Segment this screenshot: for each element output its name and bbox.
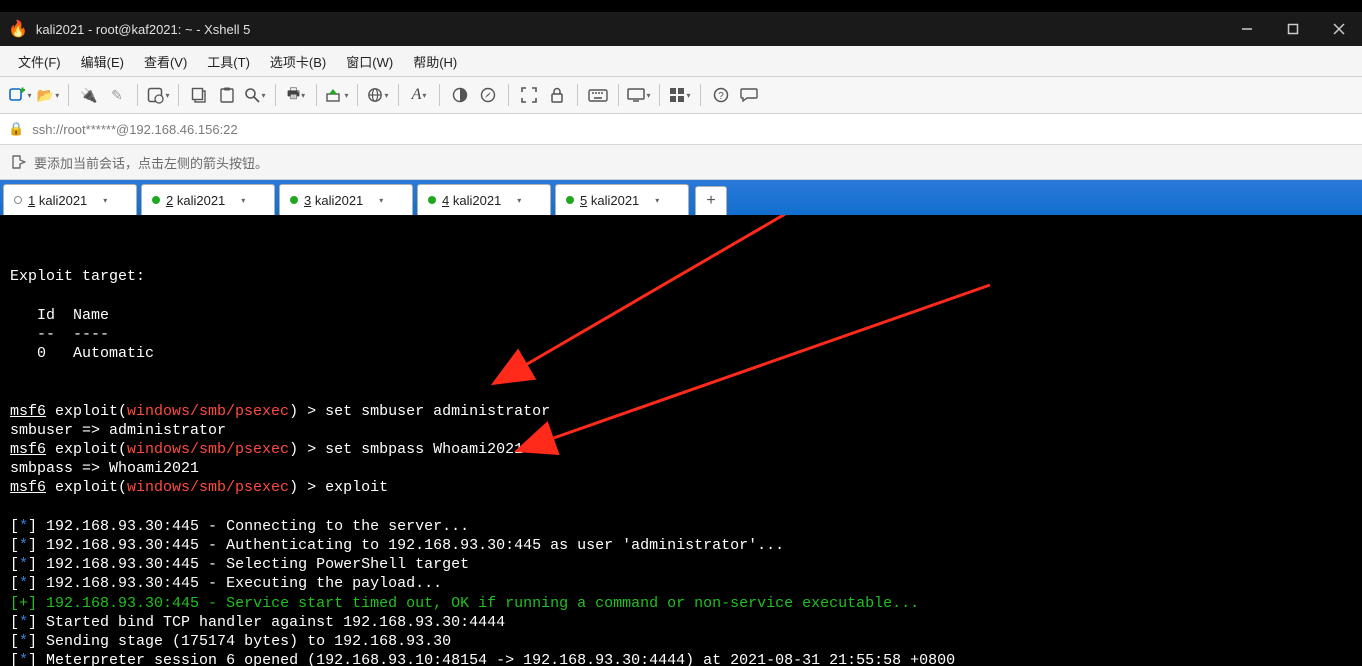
terminal-line: [*] Sending stage (175174 bytes) to 192.…	[10, 633, 451, 650]
menu-tools[interactable]: 工具(T)	[197, 46, 260, 76]
tab-label: kali2021	[315, 193, 363, 208]
title-bar: 🔥 kali2021 - root@kaf2021: ~ - Xshell 5	[0, 12, 1362, 46]
terminal-line: Id Name	[10, 307, 109, 324]
status-dot-icon	[566, 196, 574, 204]
window-title: kali2021 - root@kaf2021: ~ - Xshell 5	[36, 22, 250, 37]
status-dot-icon	[14, 196, 22, 204]
terminal-line: smbuser => administrator	[10, 422, 226, 439]
tab-accelerator: 1	[28, 193, 35, 208]
tab-dropdown-icon[interactable]: ▾	[517, 196, 521, 205]
find-button[interactable]: ▾	[243, 83, 267, 107]
address-bar: 🔒 ssh://root******@192.168.46.156:22	[0, 114, 1362, 145]
terminal-line: [*] 192.168.93.30:445 - Connecting to th…	[10, 518, 469, 535]
terminal-line: 0 Automatic	[10, 345, 154, 362]
session-tab-4[interactable]: 4 kali2021 ▾	[417, 184, 551, 215]
terminal-line: [*] 192.168.93.30:445 - Selecting PowerS…	[10, 556, 469, 573]
terminal-line: msf6 exploit(windows/smb/psexec) > set s…	[10, 403, 550, 420]
copy-button[interactable]	[187, 83, 211, 107]
session-tab-2[interactable]: 2 kali2021 ▾	[141, 184, 275, 215]
menu-file[interactable]: 文件(F)	[8, 46, 71, 76]
hint-text: 要添加当前会话，点击左侧的箭头按钮。	[34, 153, 268, 172]
new-session-button[interactable]: ▾	[8, 83, 32, 107]
globe-button[interactable]: ▾	[366, 83, 390, 107]
status-dot-icon	[428, 196, 436, 204]
terminal-pane[interactable]: Exploit target: Id Name -- ---- 0 Automa…	[0, 215, 1362, 666]
session-tab-1[interactable]: 1 kali2021 ▾	[3, 184, 137, 215]
help-button[interactable]: ?	[709, 83, 733, 107]
session-tab-3[interactable]: 3 kali2021 ▾	[279, 184, 413, 215]
minimize-button[interactable]	[1224, 13, 1270, 45]
terminal-line: -- ----	[10, 326, 109, 343]
font-button[interactable]: A▾	[407, 83, 431, 107]
hint-bar: 要添加当前会话，点击左侧的箭头按钮。	[0, 145, 1362, 180]
properties-button[interactable]: ▾	[146, 83, 170, 107]
tab-dropdown-icon[interactable]: ▾	[103, 196, 107, 205]
terminal-line: smbpass => Whoami2021	[10, 460, 199, 477]
tab-label: kali2021	[39, 193, 87, 208]
terminal-line: [*] Started bind TCP handler against 192…	[10, 614, 505, 631]
status-dot-icon	[290, 196, 298, 204]
lock-button[interactable]	[545, 83, 569, 107]
terminal-line: [*] Meterpreter session 6 opened (192.16…	[10, 652, 955, 666]
reconnect-button[interactable]: 🔌	[77, 83, 101, 107]
terminal-line: [*] 192.168.93.30:445 - Executing the pa…	[10, 575, 442, 592]
layout-button[interactable]: ▾	[668, 83, 692, 107]
toolbar: ▾ 📂▾ 🔌 ✎ ▾ ▾ 🖶▾ ▾ ▾ A▾	[0, 77, 1362, 114]
fullscreen-button[interactable]	[517, 83, 541, 107]
menu-window[interactable]: 窗口(W)	[336, 46, 403, 76]
tab-label: kali2021	[453, 193, 501, 208]
svg-text:?: ?	[718, 91, 724, 102]
terminal-line: [*] 192.168.93.30:445 - Authenticating t…	[10, 537, 784, 554]
tab-dropdown-icon[interactable]: ▾	[241, 196, 245, 205]
close-button[interactable]	[1316, 13, 1362, 45]
open-folder-button[interactable]: 📂▾	[36, 83, 60, 107]
terminal-line: msf6 exploit(windows/smb/psexec) > explo…	[10, 479, 388, 496]
background-top-strip	[0, 0, 1362, 12]
new-tab-button[interactable]: +	[695, 186, 727, 215]
menu-view[interactable]: 查看(V)	[134, 46, 197, 76]
add-session-arrow-icon[interactable]	[10, 154, 26, 170]
tab-accelerator: 2	[166, 193, 173, 208]
chat-button[interactable]	[737, 83, 761, 107]
app-icon: 🔥	[8, 19, 28, 39]
maximize-button[interactable]	[1270, 13, 1316, 45]
menu-tabs[interactable]: 选项卡(B)	[260, 46, 336, 76]
tab-accelerator: 5	[580, 193, 587, 208]
status-dot-icon	[152, 196, 160, 204]
tab-strip: 1 kali2021 ▾ 2 kali2021 ▾ 3 kali2021 ▾ 4…	[0, 180, 1362, 215]
tab-dropdown-icon[interactable]: ▾	[655, 196, 659, 205]
menu-edit[interactable]: 编辑(E)	[71, 46, 134, 76]
terminal-line: msf6 exploit(windows/smb/psexec) > set s…	[10, 441, 523, 458]
menu-bar: 文件(F) 编辑(E) 查看(V) 工具(T) 选项卡(B) 窗口(W) 帮助(…	[0, 46, 1362, 77]
compass-button[interactable]	[476, 83, 500, 107]
terminal-line: [+] 192.168.93.30:445 - Service start ti…	[10, 595, 919, 612]
screen-button[interactable]: ▾	[627, 83, 651, 107]
menu-help[interactable]: 帮助(H)	[403, 46, 467, 76]
tab-label: kali2021	[591, 193, 639, 208]
transfer-button[interactable]: ▾	[325, 83, 349, 107]
paste-button[interactable]	[215, 83, 239, 107]
tab-accelerator: 3	[304, 193, 311, 208]
session-tab-5[interactable]: 5 kali2021 ▾	[555, 184, 689, 215]
tab-accelerator: 4	[442, 193, 449, 208]
address-text[interactable]: ssh://root******@192.168.46.156:22	[32, 122, 1354, 137]
color-scheme-button[interactable]	[448, 83, 472, 107]
terminal-line: Exploit target:	[10, 268, 145, 285]
lock-icon: 🔒	[8, 121, 24, 137]
disconnect-button[interactable]: ✎	[105, 83, 129, 107]
tab-dropdown-icon[interactable]: ▾	[379, 196, 383, 205]
keyboard-button[interactable]	[586, 83, 610, 107]
tab-label: kali2021	[177, 193, 225, 208]
print-button[interactable]: 🖶▾	[284, 83, 308, 107]
